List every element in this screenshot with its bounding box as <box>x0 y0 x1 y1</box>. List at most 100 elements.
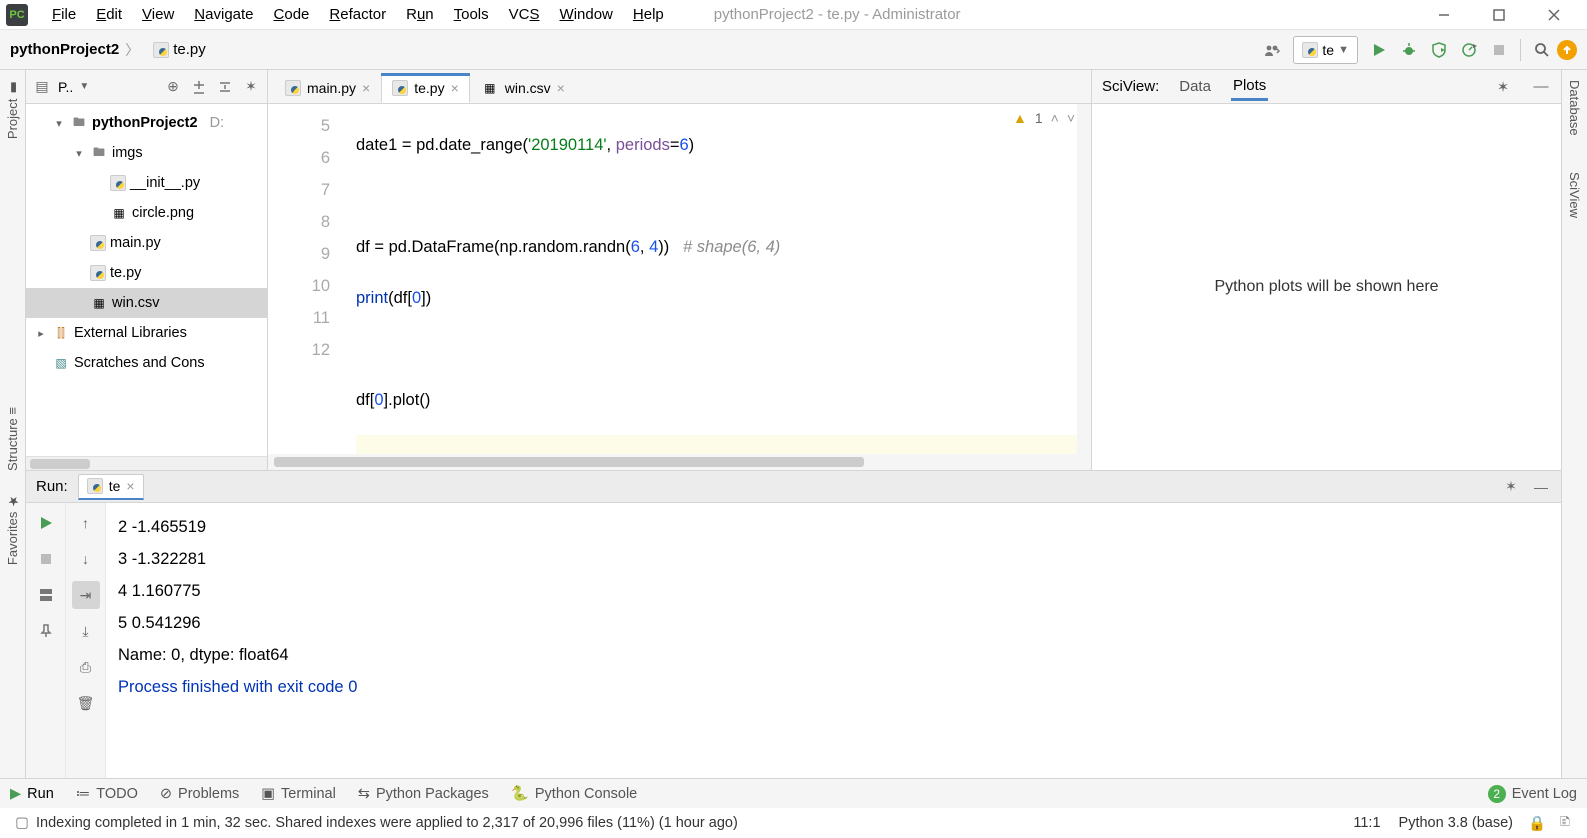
menu-code[interactable]: Code <box>264 6 320 23</box>
tree-scratches[interactable]: ▧Scratches and Cons <box>26 348 267 378</box>
chevron-down-icon[interactable]: ˅ <box>1067 110 1075 126</box>
lock-icon[interactable]: 🔒 <box>1527 813 1547 833</box>
tree-file-win[interactable]: ▦win.csv <box>26 288 267 318</box>
tree-file-te[interactable]: te.py <box>26 258 267 288</box>
left-tool-favorites[interactable]: Favorites ★ <box>5 485 20 573</box>
inspection-profile-icon[interactable]: 🗈 <box>1555 813 1575 833</box>
menu-edit[interactable]: Edit <box>86 6 132 23</box>
editor-tab-main[interactable]: main.py× <box>274 73 381 103</box>
expand-all-icon[interactable] <box>189 77 209 97</box>
gear-icon[interactable]: ✶ <box>1501 477 1521 497</box>
sciview-placeholder: Python plots will be shown here <box>1092 104 1561 470</box>
tree-root[interactable]: ▾🖿pythonProject2 D: <box>26 108 267 138</box>
menu-navigate[interactable]: Navigate <box>184 6 263 23</box>
down-button[interactable]: ↓ <box>72 545 100 573</box>
stop-button[interactable] <box>1487 38 1511 62</box>
editor-tab-win[interactable]: ▦win.csv× <box>470 73 576 103</box>
gear-icon[interactable]: ✶ <box>1493 77 1513 97</box>
toolwindow-problems[interactable]: ⊘Problems <box>160 786 239 802</box>
tree-folder-imgs[interactable]: ▾🖿imgs <box>26 138 267 168</box>
breadcrumb-project[interactable]: pythonProject2 <box>10 41 119 58</box>
clear-button[interactable]: 🗑 <box>72 689 100 717</box>
locate-icon[interactable]: ⊕ <box>163 77 183 97</box>
menu-view[interactable]: View <box>132 6 184 23</box>
profile-button[interactable] <box>1457 38 1481 62</box>
toolwindow-todo[interactable]: ≔TODO <box>76 786 138 802</box>
menu-help[interactable]: Help <box>623 6 674 23</box>
console-output[interactable]: 2 -1.465519 3 -1.322281 4 1.160775 5 0.5… <box>106 503 1561 778</box>
interpreter-widget[interactable]: Python 3.8 (base) <box>1399 815 1513 831</box>
code-content: date1 = pd.date_range('20190114', period… <box>348 104 1091 454</box>
rerun-button[interactable] <box>32 509 60 537</box>
right-tool-database[interactable]: Database <box>1567 72 1582 144</box>
code-editor[interactable]: 56789101112 date1 = pd.date_range('20190… <box>268 104 1091 454</box>
toolwindow-python-console[interactable]: 🐍Python Console <box>511 785 637 802</box>
sciview-tab-plots[interactable]: Plots <box>1231 73 1268 101</box>
right-tool-sciview[interactable]: SciView <box>1567 164 1582 226</box>
toolwindow-terminal[interactable]: ▣Terminal <box>261 786 336 802</box>
menu-vcs[interactable]: VCS <box>499 6 550 23</box>
editor-hscrollbar[interactable] <box>268 454 1091 470</box>
run-config-label: te <box>1322 42 1334 58</box>
toolwindow-toggle-icon[interactable]: ▢ <box>12 813 32 833</box>
code-with-me-icon[interactable] <box>1260 38 1284 62</box>
debug-button[interactable] <box>1397 38 1421 62</box>
toolwindow-run[interactable]: ▶Run <box>10 786 54 802</box>
project-view-icon[interactable]: ▤ <box>32 77 52 97</box>
line-number-gutter: 56789101112 <box>268 104 348 454</box>
tree-external-libs[interactable]: ▸⫿⫿External Libraries <box>26 318 267 348</box>
window-maximize[interactable] <box>1471 0 1526 29</box>
editor-vscrollbar[interactable] <box>1077 104 1091 454</box>
stop-button[interactable] <box>32 545 60 573</box>
tree-file-init[interactable]: __init__.py <box>26 168 267 198</box>
tree-file-circle[interactable]: ▦circle.png <box>26 198 267 228</box>
ide-updates-icon[interactable] <box>1557 40 1577 60</box>
run-tab[interactable]: te × <box>78 474 144 500</box>
collapse-all-icon[interactable] <box>215 77 235 97</box>
editor-pane: main.py× te.py × ▦win.csv× 56789101112 da… <box>268 70 1091 470</box>
close-icon[interactable]: × <box>557 80 565 96</box>
chevron-up-icon[interactable]: ˄ <box>1051 110 1059 126</box>
left-tool-project[interactable]: Project ▮ <box>5 72 20 147</box>
caret-position[interactable]: 11:1 <box>1353 815 1380 831</box>
python-file-icon <box>285 80 301 96</box>
toolwindow-event-log[interactable]: 2Event Log <box>1488 785 1577 803</box>
run-toolbar-primary <box>26 503 66 778</box>
csv-file-icon: ▦ <box>481 79 499 97</box>
hide-icon[interactable]: — <box>1531 477 1551 497</box>
status-message: Indexing completed in 1 min, 32 sec. Sha… <box>36 815 738 831</box>
editor-tab-te[interactable]: te.py × <box>381 73 470 103</box>
window-minimize[interactable] <box>1416 0 1471 29</box>
soft-wrap-button[interactable]: ⇥ <box>72 581 100 609</box>
layout-button[interactable] <box>32 581 60 609</box>
menu-file[interactable]: File <box>42 6 86 23</box>
sciview-tab-data[interactable]: Data <box>1177 74 1213 99</box>
tab-label: te.py <box>414 80 444 96</box>
python-file-icon <box>392 80 408 96</box>
close-icon[interactable]: × <box>362 80 370 96</box>
tree-file-main[interactable]: main.py <box>26 228 267 258</box>
chevron-down-icon: ▼ <box>1338 44 1349 56</box>
pin-button[interactable] <box>32 617 60 645</box>
run-config-selector[interactable]: te ▼ <box>1293 36 1358 64</box>
settings-icon[interactable]: ✶ <box>241 77 261 97</box>
coverage-button[interactable] <box>1427 38 1451 62</box>
window-close[interactable] <box>1526 0 1581 29</box>
menu-refactor[interactable]: Refactor <box>319 6 396 23</box>
hide-icon[interactable]: — <box>1531 77 1551 97</box>
breadcrumb-file[interactable]: te.py <box>153 41 206 58</box>
menu-tools[interactable]: Tools <box>444 6 499 23</box>
run-button[interactable] <box>1367 38 1391 62</box>
menu-window[interactable]: Window <box>550 6 623 23</box>
toolwindow-python-packages[interactable]: ⇆Python Packages <box>358 786 489 802</box>
up-button[interactable]: ↑ <box>72 509 100 537</box>
search-everywhere-button[interactable] <box>1530 38 1554 62</box>
print-button[interactable]: ⎙ <box>72 653 100 681</box>
left-tool-structure[interactable]: Structure ≡ <box>5 399 20 479</box>
scroll-to-end-button[interactable]: ⤓ <box>72 617 100 645</box>
sciview-title: SciView: <box>1102 78 1159 95</box>
close-icon[interactable]: × <box>451 80 459 96</box>
close-icon[interactable]: × <box>126 478 134 494</box>
inspection-widget[interactable]: ▲ 1 ˄ ˅ <box>1013 110 1075 126</box>
menu-run[interactable]: Run <box>396 6 444 23</box>
